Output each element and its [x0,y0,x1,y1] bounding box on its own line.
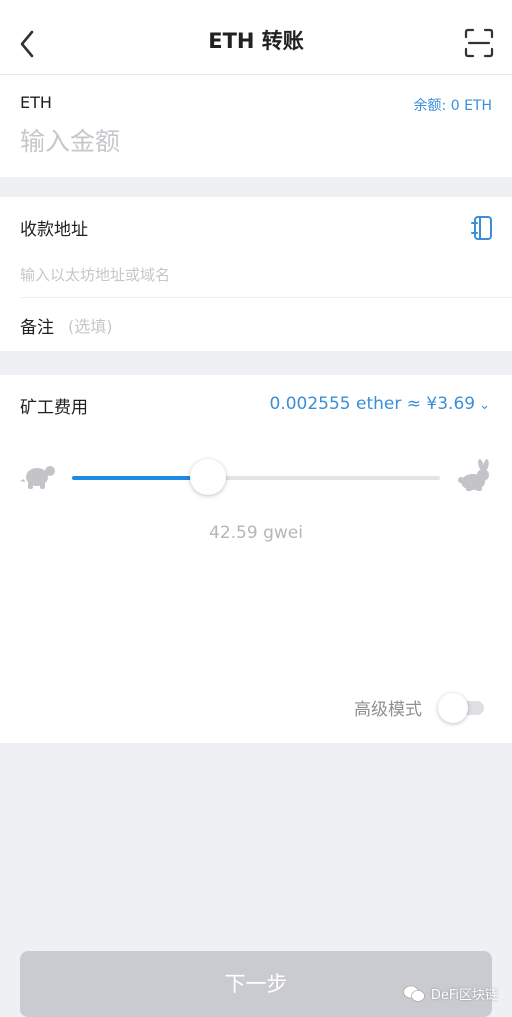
token-symbol-label: ETH [20,93,52,112]
amount-input[interactable] [20,121,380,161]
recipient-address-input[interactable] [20,261,440,289]
rabbit-icon [458,459,489,491]
address-book-icon[interactable] [470,215,494,241]
fee-value-text: 0.002555 ether ≈ ¥3.69 [269,394,476,414]
divider [20,297,512,298]
miner-fee-card: 矿工费用 0.002555 ether ≈ ¥3.69 ⌄ 42.59 gwei … [0,375,512,743]
advanced-mode-label: 高级模式 [354,700,422,720]
watermark: DeFi区块链 [403,984,498,1003]
memo-label: 备注 [20,318,54,338]
amount-card: ETH 余额: 0 ETH [0,75,512,177]
fee-value-dropdown[interactable]: 0.002555 ether ≈ ¥3.69 ⌄ [270,394,491,414]
toggle-knob [438,693,468,723]
gas-fee-slider[interactable] [72,459,440,495]
page-title: ETH 转账 [208,29,304,53]
slider-thumb[interactable] [190,459,227,495]
gas-price-text: 42.59 gwei [209,523,303,543]
watermark-text: DeFi区块链 [430,988,498,1003]
miner-fee-label: 矿工费用 [20,398,88,418]
chevron-down-icon: ⌄ [479,398,490,413]
recipient-card: 收款地址 备注 [0,197,512,351]
turtle-icon [20,466,55,489]
top-nav-bar: ETH 转账 [0,0,512,75]
scan-icon[interactable] [464,28,494,58]
recipient-address-label: 收款地址 [20,220,88,240]
advanced-mode-toggle[interactable] [438,693,490,723]
balance-text[interactable]: 余额: 0 ETH [414,95,492,115]
wechat-icon [403,985,425,1002]
slider-fill [72,476,209,480]
memo-input[interactable] [68,313,428,339]
